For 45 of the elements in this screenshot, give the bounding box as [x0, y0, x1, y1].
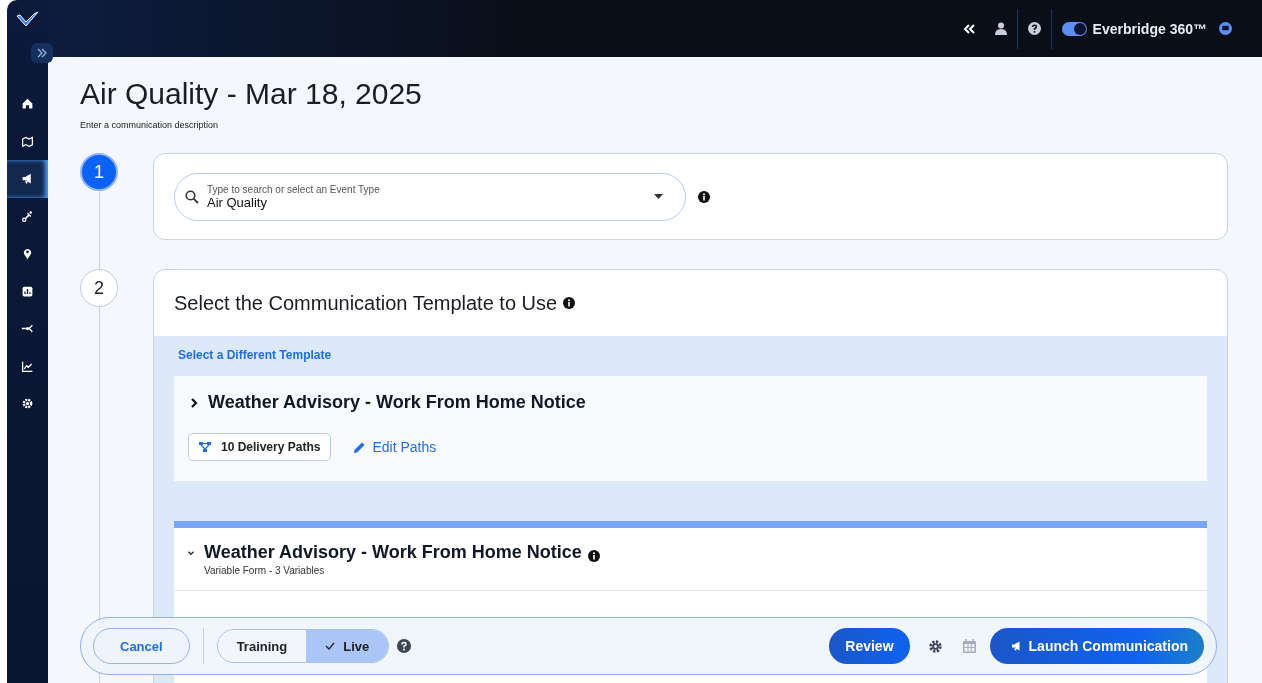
delivery-paths-chip[interactable]: 10 Delivery Paths	[188, 433, 332, 461]
form-title: Weather Advisory - Work From Home Notice	[204, 542, 582, 563]
pencil-icon	[353, 440, 367, 454]
product-toggle[interactable]	[1061, 21, 1087, 36]
checkmark-icon	[325, 642, 336, 650]
form-subtitle: Variable Form - 3 Variables	[204, 565, 326, 576]
select-template-link[interactable]: Select a Different Template	[178, 348, 332, 362]
dropdown-caret-icon[interactable]	[654, 194, 663, 199]
chevron-right-icon[interactable]	[188, 396, 200, 409]
page-title: Air Quality - Mar 18, 2025	[80, 76, 423, 112]
route-icon	[21, 209, 34, 223]
help-icon[interactable]	[1027, 22, 1041, 35]
collapse-icon[interactable]	[962, 23, 975, 34]
info-icon[interactable]	[587, 550, 600, 562]
mode-toggle-button[interactable]: Live	[306, 630, 389, 662]
cancel-button[interactable]: Cancel	[93, 628, 190, 664]
map-icon	[21, 134, 34, 148]
info-icon[interactable]	[563, 297, 576, 309]
settings-icon	[21, 397, 34, 411]
home-icon	[21, 97, 34, 111]
network-icon	[199, 442, 211, 452]
event-type-field[interactable]: Type to search or select an Event Type Air Quality	[174, 172, 686, 221]
template-name: Weather Advisory - Work From Home Notice	[208, 392, 586, 413]
step-number: 1	[80, 153, 118, 191]
description-prompt[interactable]: Enter a communication description	[80, 120, 1228, 130]
settings-icon[interactable]	[927, 638, 943, 654]
bar-chart-icon	[21, 284, 34, 298]
info-icon[interactable]	[698, 190, 710, 203]
search-icon	[185, 189, 199, 204]
expand-sidebar-button[interactable]	[30, 43, 53, 63]
edit-paths-link[interactable]: Edit Paths	[353, 439, 437, 455]
section-title: Select the Communication Template to Use	[174, 291, 558, 315]
location-pin-icon	[21, 247, 34, 261]
launch-communication-button[interactable]: Launch Communication	[989, 628, 1204, 664]
review-button[interactable]: Review	[829, 628, 910, 664]
double-chevron-icon	[36, 48, 47, 58]
user-icon[interactable]	[994, 22, 1007, 35]
product-name: Everbridge 360™	[1092, 20, 1207, 37]
step-number: 2	[80, 269, 118, 307]
megaphone-icon	[21, 172, 34, 186]
sidebar-item[interactable]	[7, 160, 48, 198]
help-icon[interactable]	[397, 639, 412, 653]
line-chart-icon	[21, 359, 34, 373]
megaphone-icon	[1009, 640, 1023, 652]
chat-icon[interactable]	[1219, 22, 1232, 35]
